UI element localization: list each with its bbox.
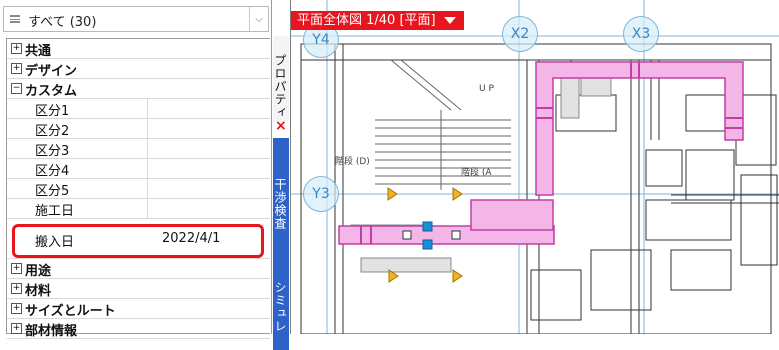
filter-label: すべて (30) xyxy=(28,15,97,30)
view-title: 平面全体図 1/40 [平面] xyxy=(297,13,436,28)
category-design[interactable]: + デザイン xyxy=(7,59,270,79)
property-row-construction-date[interactable]: 施工日 xyxy=(7,199,270,219)
side-tab-strip: プロパティ × 干渉検査 シミュレ xyxy=(272,0,291,350)
property-row-kubun1[interactable]: 区分1 xyxy=(7,99,270,119)
property-label: 区分5 xyxy=(35,184,70,199)
view-title-bar[interactable]: 平面全体図 1/40 [平面] xyxy=(291,11,464,30)
grid-bubble-y3: Y3 xyxy=(303,176,339,212)
property-row-kubun4[interactable]: 区分4 xyxy=(7,159,270,179)
category-label: 部材情報 xyxy=(25,324,78,339)
category-custom[interactable]: − カスタム xyxy=(7,79,270,99)
property-label: 区分1 xyxy=(35,104,70,119)
room-label: 階段 (A xyxy=(461,168,492,178)
close-icon[interactable]: × xyxy=(275,118,287,134)
highlight-annotation xyxy=(12,224,264,258)
property-label: 区分2 xyxy=(35,124,70,139)
expand-icon[interactable]: + xyxy=(11,263,22,274)
expand-icon[interactable]: + xyxy=(11,283,22,294)
tab-label: 干渉検査 xyxy=(273,178,287,230)
drawing-canvas[interactable]: Y4 X2 X3 Y3 U P 階段 (D) 階段 (A xyxy=(291,0,779,334)
category-material[interactable]: + 材料 xyxy=(7,279,270,299)
property-row-kubun3[interactable]: 区分3 xyxy=(7,139,270,159)
category-size-route[interactable]: + サイズとルート xyxy=(7,299,270,319)
category-label: デザイン xyxy=(25,64,78,79)
expand-icon[interactable]: + xyxy=(11,323,22,334)
collapse-icon[interactable]: − xyxy=(11,83,22,94)
grid-bubble-x2: X2 xyxy=(502,16,538,52)
category-label: サイズとルート xyxy=(25,304,116,319)
grid-bubble-x3: X3 xyxy=(623,16,659,52)
room-label: U P xyxy=(479,84,494,94)
chevron-down-icon[interactable]: ⌵ xyxy=(249,7,268,31)
category-label: カスタム xyxy=(25,84,78,99)
category-usage[interactable]: + 用途 xyxy=(7,259,270,279)
category-label: 共通 xyxy=(25,44,52,59)
property-label: 施工日 xyxy=(35,204,75,219)
property-panel: すべて (30) ⌵ + 共通 + デザイン − カスタム 区分1 区分2 区分… xyxy=(0,0,272,339)
category-label: 用途 xyxy=(25,264,52,279)
list-group-icon xyxy=(10,15,20,23)
tab-simulation[interactable]: シミュレ xyxy=(273,248,289,350)
category-label: 材料 xyxy=(25,284,52,299)
room-label: 階段 (D) xyxy=(335,157,370,167)
tab-label: シミュレ xyxy=(273,281,287,333)
expand-icon[interactable]: + xyxy=(11,43,22,54)
property-label: 区分3 xyxy=(35,144,70,159)
property-row-kubun2[interactable]: 区分2 xyxy=(7,119,270,139)
property-label: 区分4 xyxy=(35,164,70,179)
floor-plan-drawing xyxy=(291,0,779,334)
tab-label: プロパティ xyxy=(273,53,287,119)
property-row-kubun5[interactable]: 区分5 xyxy=(7,179,270,199)
tab-interference-check[interactable]: 干渉検査 xyxy=(273,138,289,254)
triangle-down-icon[interactable] xyxy=(443,17,456,24)
property-tree: + 共通 + デザイン − カスタム 区分1 区分2 区分3 区分4 区分5 施… xyxy=(6,38,270,339)
expand-icon[interactable]: + xyxy=(11,63,22,74)
category-filter-dropdown[interactable]: すべて (30) ⌵ xyxy=(3,6,269,32)
category-member-info[interactable]: + 部材情報 xyxy=(7,319,270,339)
tab-properties[interactable]: プロパティ xyxy=(273,36,289,122)
expand-icon[interactable]: + xyxy=(11,303,22,314)
category-common[interactable]: + 共通 xyxy=(7,39,270,59)
